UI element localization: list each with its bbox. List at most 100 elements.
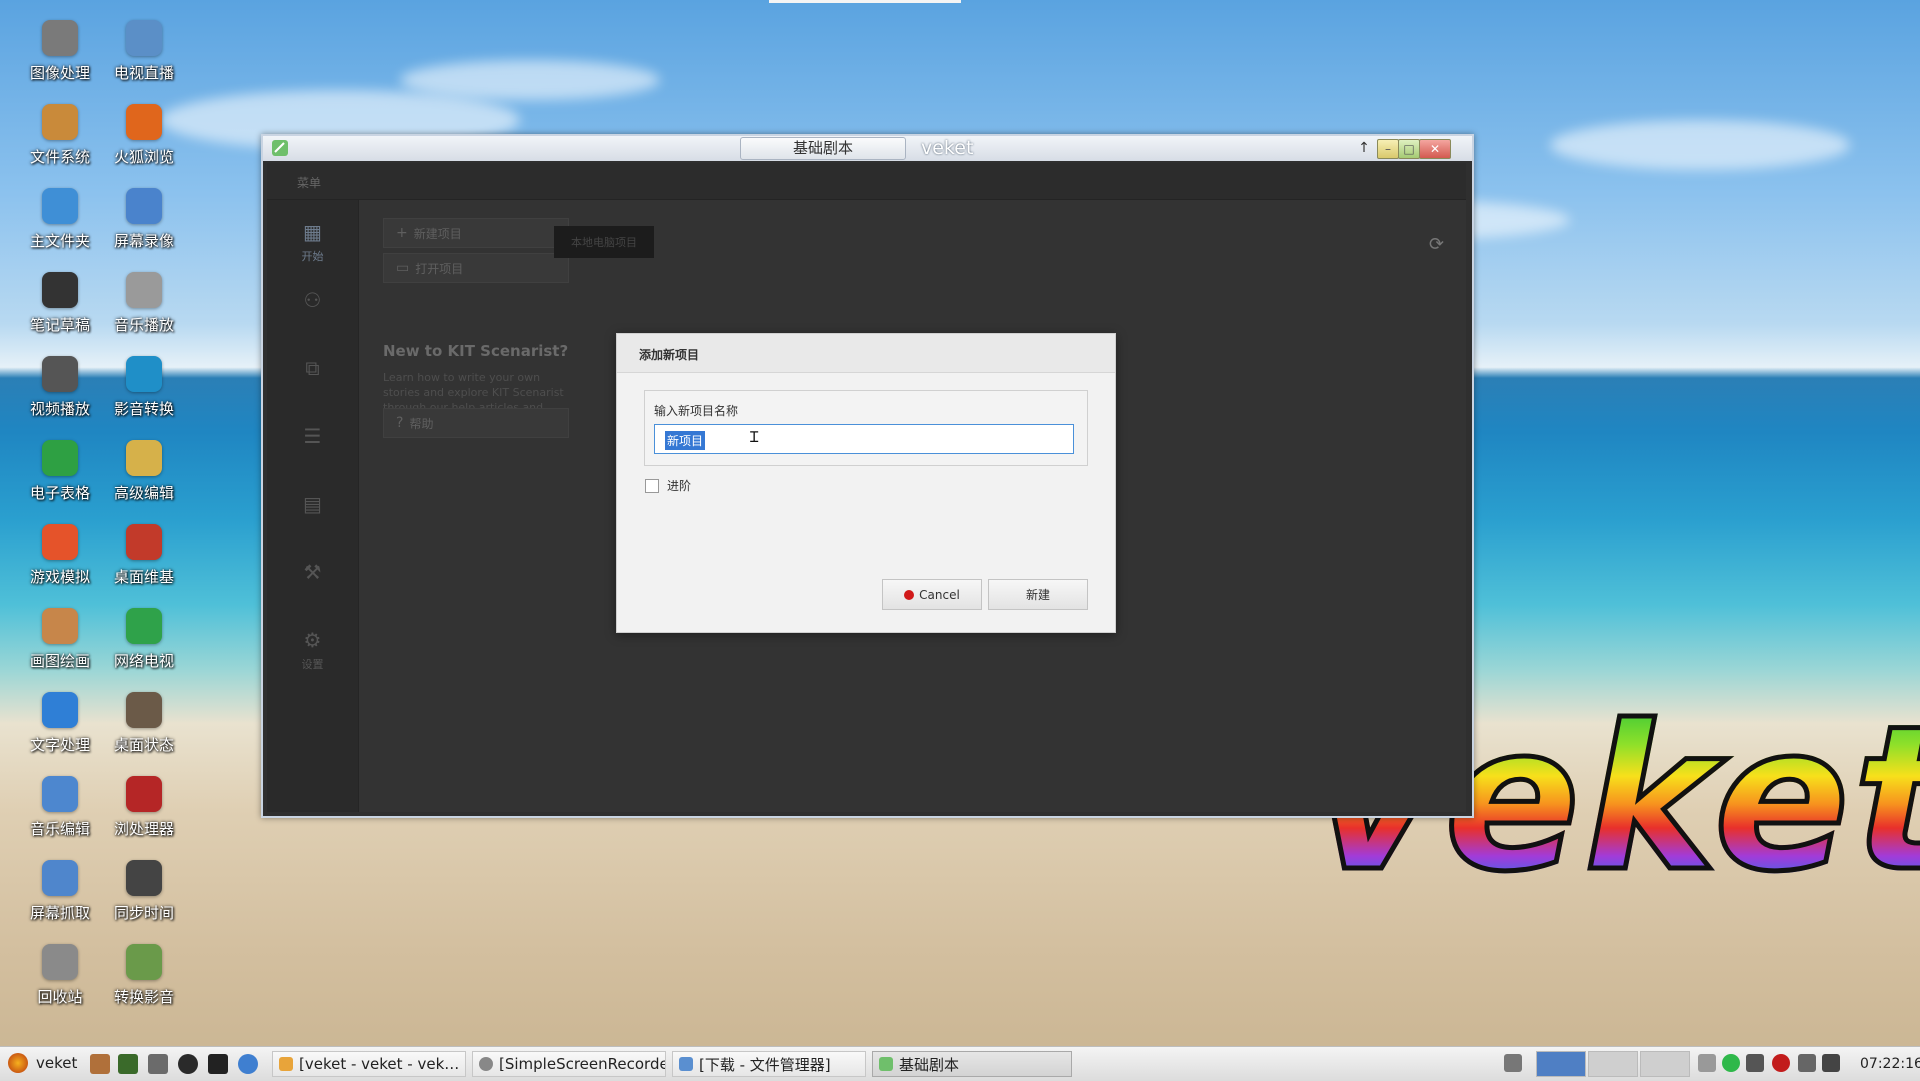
workspace-1[interactable] xyxy=(1536,1051,1586,1077)
convert-media-icon xyxy=(126,944,162,980)
desktop-icon[interactable]: 转换影音 xyxy=(102,944,186,1028)
project-name-input[interactable]: 新项目 Ɪ xyxy=(654,424,1074,454)
desktop-icon[interactable]: 音乐播放 xyxy=(102,272,186,356)
task-label: [SimpleScreenRecorder] xyxy=(499,1055,666,1073)
top-indicator xyxy=(769,0,961,3)
desktop-icon-label: 影音转换 xyxy=(113,400,174,418)
dialog-header[interactable]: 添加新项目 xyxy=(617,334,1115,373)
desktop-icon-label: 桌面维基 xyxy=(113,568,174,586)
desktop-icon[interactable]: 图像处理 xyxy=(18,20,102,104)
start-label: veket xyxy=(36,1054,78,1072)
create-button[interactable]: 新建 xyxy=(988,579,1088,610)
desktop-icon[interactable]: 桌面状态 xyxy=(102,692,186,776)
desktop-icon[interactable]: 视频播放 xyxy=(18,356,102,440)
start-menu-button[interactable]: veket xyxy=(8,1053,77,1073)
open-project-button[interactable]: ▭ 打开项目 xyxy=(383,253,569,283)
audio-editor-icon xyxy=(42,776,78,812)
desktop-icon[interactable]: 文字处理 xyxy=(18,692,102,776)
taskbar-task-scenarist[interactable]: 基础剧本 xyxy=(872,1051,1072,1077)
desktop-icon-label: 电视直播 xyxy=(113,64,174,82)
cancel-button[interactable]: Cancel xyxy=(882,579,982,610)
menu-button[interactable]: 菜单 xyxy=(297,174,321,191)
desktop-icon[interactable]: 文件系统 xyxy=(18,104,102,188)
window-titlebar[interactable]: 基础剧本 veket ↑ – □ ✕ xyxy=(263,136,1472,161)
desktop-icon[interactable]: 桌面维基 xyxy=(102,524,186,608)
folder-task-icon xyxy=(279,1057,293,1071)
taskbar-clock: 07:22:16 xyxy=(1860,1056,1920,1072)
scenarist-task-icon xyxy=(879,1057,893,1071)
tools-quick-icon[interactable] xyxy=(90,1054,110,1074)
keyboard-tray-icon[interactable] xyxy=(1698,1054,1716,1072)
desktop-icon[interactable]: 回收站 xyxy=(18,944,102,1028)
desktop-icon[interactable]: 网络电视 xyxy=(102,608,186,692)
record-tray-icon[interactable] xyxy=(1772,1054,1790,1072)
taskbar-task-veket[interactable]: [veket - veket - vek… xyxy=(272,1051,466,1077)
desktop-icon[interactable]: 浏处理器 xyxy=(102,776,186,860)
printer-tray-icon[interactable] xyxy=(1504,1054,1522,1072)
desktop-icon[interactable]: 画图绘画 xyxy=(18,608,102,692)
volume-tray-icon[interactable] xyxy=(1822,1054,1840,1072)
nav-rail: ▦ 开始 ⚇ ⧉ ☰ ▤ ⚒ ⚙ 设置 xyxy=(267,200,359,812)
desktop-icon[interactable]: 笔记草稿 xyxy=(18,272,102,356)
project-name-label: 输入新项目名称 xyxy=(654,404,739,418)
tools-icon: ⚒ xyxy=(303,560,322,584)
advanced-option[interactable]: 进阶 xyxy=(645,477,691,494)
play-quick-icon[interactable] xyxy=(178,1054,198,1074)
desktop-icon[interactable]: 影音转换 xyxy=(102,356,186,440)
terminal-quick-icon[interactable] xyxy=(208,1054,228,1074)
local-projects-tab[interactable]: 本地电脑项目 xyxy=(554,226,654,258)
nav-item-1[interactable]: ▦ 开始 xyxy=(267,220,358,264)
nav-item-label: 开始 xyxy=(301,250,324,263)
veket-start-icon xyxy=(8,1053,28,1073)
media-convert-icon xyxy=(126,356,162,392)
workspace-3[interactable] xyxy=(1640,1051,1690,1077)
desktop-icon[interactable]: 电子表格 xyxy=(18,440,102,524)
clipboard-tray-icon[interactable] xyxy=(1798,1054,1816,1072)
window-title-tab[interactable]: 基础剧本 xyxy=(740,137,906,160)
window-minimize-button[interactable]: – xyxy=(1377,139,1399,159)
cancel-icon xyxy=(904,589,915,600)
desktop-icon[interactable]: 屏幕抓取 xyxy=(18,860,102,944)
window-up-button[interactable]: ↑ xyxy=(1357,139,1371,157)
monitor-quick-icon[interactable] xyxy=(118,1054,138,1074)
desktop-icon[interactable]: 游戏模拟 xyxy=(18,524,102,608)
nav-item-2[interactable]: ⚇ xyxy=(267,288,358,316)
processor-icon xyxy=(126,776,162,812)
desktop-icon[interactable]: 火狐浏览 xyxy=(102,104,186,188)
desktop-icon[interactable]: 音乐编辑 xyxy=(18,776,102,860)
nav-item-label: 设置 xyxy=(301,658,324,671)
folder-icon: ▭ xyxy=(396,260,410,276)
taskbar-task-recorder[interactable]: [SimpleScreenRecorder] xyxy=(472,1051,666,1077)
desktop-icon[interactable]: 主文件夹 xyxy=(18,188,102,272)
window-maximize-button[interactable]: □ xyxy=(1398,139,1420,159)
help-button[interactable]: ? 帮助 xyxy=(383,408,569,438)
refresh-icon[interactable]: ⟳ xyxy=(1429,234,1444,255)
screenshot-icon xyxy=(42,860,78,896)
trash-icon xyxy=(42,944,78,980)
grid-icon: ▦ xyxy=(303,220,322,244)
nav-item-6[interactable]: ⚒ xyxy=(267,560,358,588)
desktop-icon-label: 屏幕抓取 xyxy=(29,904,90,922)
nav-item-3[interactable]: ⧉ xyxy=(267,356,358,384)
hint-title: New to KIT Scenarist? xyxy=(383,342,569,360)
settings-quick-icon[interactable] xyxy=(148,1054,168,1074)
advanced-checkbox[interactable] xyxy=(645,478,659,493)
nav-item-7[interactable]: ⚙ 设置 xyxy=(267,628,358,672)
new-project-label: 新建项目 xyxy=(413,226,462,241)
new-project-button[interactable]: + 新建项目 xyxy=(383,218,569,248)
nav-item-4[interactable]: ☰ xyxy=(267,424,358,452)
desktop-icon[interactable]: 屏幕录像 xyxy=(102,188,186,272)
nav-item-5[interactable]: ▤ xyxy=(267,492,358,520)
network-tray-icon[interactable] xyxy=(1746,1054,1764,1072)
globe-quick-icon[interactable] xyxy=(238,1054,258,1074)
window-close-button[interactable]: ✕ xyxy=(1419,139,1451,159)
cards-icon: ⧉ xyxy=(305,356,320,380)
desktop-icon[interactable]: 电视直播 xyxy=(102,20,186,104)
desktop-icon[interactable]: 高级编辑 xyxy=(102,440,186,524)
desktop-icon-label: 笔记草稿 xyxy=(29,316,90,334)
battery-tray-icon[interactable] xyxy=(1722,1054,1740,1072)
desktop-icon-label: 回收站 xyxy=(37,988,83,1006)
taskbar-task-filemanager[interactable]: [下载 - 文件管理器] xyxy=(672,1051,866,1077)
desktop-icon[interactable]: 同步时间 xyxy=(102,860,186,944)
workspace-2[interactable] xyxy=(1588,1051,1638,1077)
